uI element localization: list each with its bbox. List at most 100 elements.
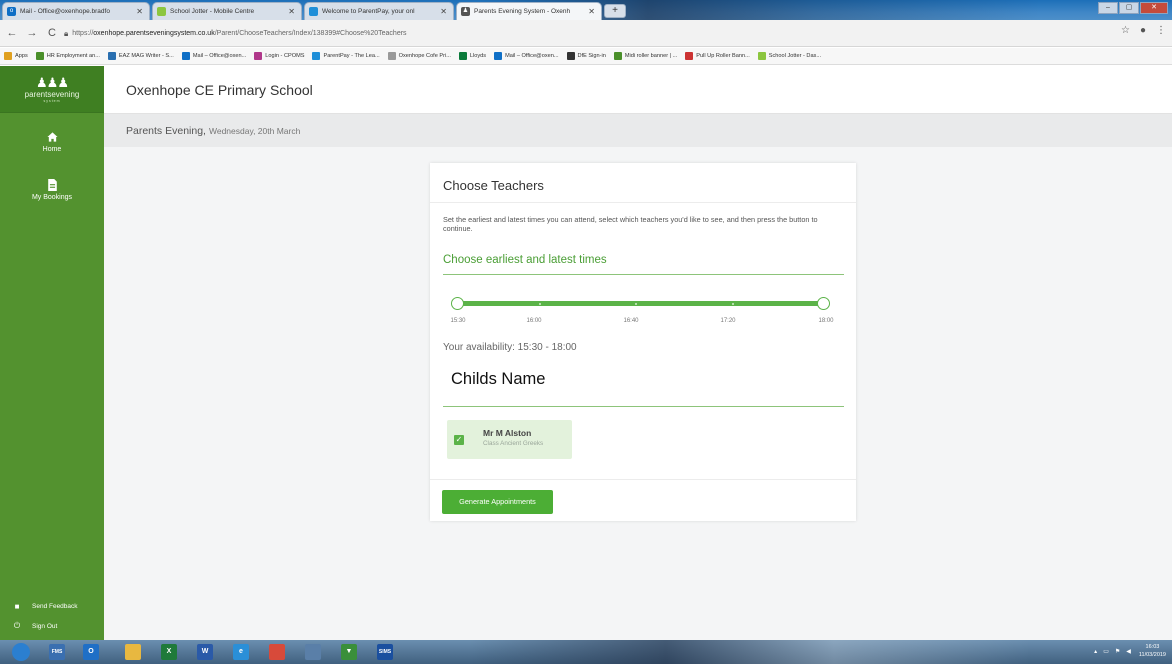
minimize-icon[interactable]: – [1098, 2, 1118, 14]
ie-icon: e [233, 644, 249, 660]
bookmark-label: HR Employment an... [46, 53, 100, 59]
bookmark-item[interactable]: EAZ MAG Writer - S... [107, 52, 174, 60]
bookmark-label: Mail – Office@oxen... [192, 53, 247, 59]
school-header: Oxenhope CE Primary School [104, 66, 1172, 114]
bookmark-item[interactable]: Pull Up Roller Bann... [685, 52, 750, 60]
start-orb-icon [12, 643, 30, 661]
taskbar-app[interactable] [298, 642, 328, 662]
close-tab-icon[interactable]: ✕ [288, 7, 295, 16]
maximize-icon[interactable]: ▢ [1119, 2, 1139, 14]
child-name: Childs Name [451, 370, 546, 388]
new-tab-button[interactable]: + [604, 4, 626, 18]
bookmark-label: Pull Up Roller Bann... [696, 53, 750, 59]
bookmark-item[interactable]: HR Employment an... [35, 52, 100, 60]
teacher-checkbox[interactable]: ✓ [454, 435, 464, 445]
forward-icon[interactable]: → [24, 25, 40, 41]
url-input[interactable]: 🔒︎ https:// oxenhope.parentseveningsyste… [64, 25, 1074, 42]
bookmark-label: EAZ MAG Writer - S... [118, 53, 174, 59]
close-window-icon[interactable]: ✕ [1140, 2, 1168, 14]
school-icon [387, 52, 396, 60]
event-header: Parents Evening, Wednesday, 20th March [104, 114, 1172, 147]
bookmark-item[interactable]: Apps [4, 52, 28, 60]
tab-title: Parents Evening System - Oxenh [474, 8, 571, 15]
jotter-icon [757, 52, 766, 60]
send-feedback-link[interactable]: ■ Send Feedback [0, 596, 104, 616]
apps-icon [4, 52, 12, 60]
home-icon [46, 132, 58, 142]
sign-out-link[interactable]: ⏻ Sign Out [0, 616, 104, 636]
sign-out-label: Sign Out [32, 622, 58, 630]
close-tab-icon[interactable]: ✕ [588, 7, 595, 16]
parentpay-icon [309, 7, 318, 16]
document-icon [47, 179, 57, 191]
clock-time: 16:03 [1145, 644, 1160, 650]
slider-track[interactable] [457, 301, 823, 306]
url-path: /Parent/ChooseTeachers/Index/138399#Choo… [214, 30, 407, 37]
bookmark-item[interactable]: Oxenhope Cofe Pri... [387, 52, 451, 60]
eaz-icon [107, 52, 116, 60]
word-icon: W [197, 644, 213, 660]
bookmarks-bar: Apps HR Employment an... EAZ MAG Writer - … [0, 48, 1172, 65]
slider-tick [539, 302, 541, 305]
bookmark-item[interactable]: Mail – Office@oxen... [494, 52, 559, 60]
taskbar-app[interactable]: W [190, 642, 220, 662]
fms-icon: FMS [49, 644, 65, 660]
outlook-icon: O [83, 644, 99, 660]
chrome-icon [269, 644, 285, 660]
outlook-icon: o [7, 7, 16, 16]
bookmark-label: Mail – Office@oxen... [505, 53, 559, 59]
taskbar-app[interactable]: X [154, 642, 184, 662]
clock[interactable]: 16:03 11/03/2019 [1139, 643, 1166, 659]
shield-app-icon: ▼ [341, 644, 357, 660]
divider [430, 479, 856, 480]
taskbar-app[interactable] [262, 642, 292, 662]
tick-label: 17:20 [720, 318, 736, 324]
close-tab-icon[interactable]: ✕ [440, 7, 447, 16]
close-tab-icon[interactable]: ✕ [136, 7, 143, 16]
teacher-option[interactable]: ✓ Mr M Alston Class Ancient Greeks [447, 420, 572, 459]
window-controls: – ▢ ✕ [1098, 2, 1168, 14]
sims-person-icon [305, 644, 321, 660]
bookmark-item[interactable]: DfE Sign-in [566, 52, 606, 60]
sidebar-item-home[interactable]: Home [0, 131, 104, 153]
network-icon[interactable]: ▭ [1103, 648, 1109, 655]
bookmark-item[interactable]: Login - CPOMS [254, 52, 304, 60]
bookmark-item[interactable]: Lloyds [458, 52, 486, 60]
teacher-class: Class Ancient Greeks [483, 440, 544, 447]
times-section-title: Choose earliest and latest times [443, 254, 607, 266]
bookmark-item[interactable]: Mail – Office@oxen... [181, 52, 247, 60]
taskbar-app[interactable] [118, 642, 148, 662]
earliest-time-handle[interactable] [451, 297, 464, 310]
browser-tab-parentpay[interactable]: Welcome to ParentPay, your onl ✕ [304, 2, 454, 20]
browser-tab-jotter[interactable]: School Jotter - Mobile Centre ✕ [152, 2, 302, 20]
reload-icon[interactable]: C [44, 25, 60, 41]
tray-arrow-icon[interactable]: ▴ [1094, 648, 1097, 655]
profile-icon[interactable]: ● [1140, 25, 1146, 36]
system-tray: ▴ ▭ ⚑ ◀ 16:03 11/03/2019 [1094, 643, 1166, 659]
taskbar-app[interactable] [6, 642, 36, 662]
flag-icon[interactable]: ⚑ [1115, 648, 1120, 655]
volume-icon[interactable]: ◀ [1126, 648, 1131, 655]
desktop-background [470, 640, 1030, 664]
bookmark-item[interactable]: ParentPay - The Lea... [312, 52, 380, 60]
time-range-slider[interactable] [451, 297, 830, 310]
menu-dots-icon[interactable]: ⋮ [1156, 25, 1166, 36]
back-icon[interactable]: ← [4, 25, 20, 41]
parentpay-icon [312, 52, 321, 60]
bookmark-item[interactable]: School Jotter - Das... [757, 52, 821, 60]
bookmark-star-icon[interactable]: ☆ [1121, 25, 1130, 36]
taskbar-app[interactable]: SIMS [370, 642, 400, 662]
taskbar-app[interactable]: ▼ [334, 642, 364, 662]
sidebar-item-my-bookings[interactable]: My Bookings [0, 179, 104, 201]
latest-time-handle[interactable] [817, 297, 830, 310]
taskbar-app[interactable]: FMS [42, 642, 72, 662]
browser-tab-mail[interactable]: o Mail - Office@oxenhope.bradfo ✕ [2, 2, 150, 20]
logo[interactable]: ♟♟♟ parentsevening system [0, 66, 104, 113]
browser-tab-parents-evening[interactable]: ♟ Parents Evening System - Oxenh ✕ [456, 2, 602, 20]
taskbar-app[interactable]: e [226, 642, 256, 662]
taskbar-app[interactable]: O [76, 642, 106, 662]
bookmark-item[interactable]: Midi roller banner | ... [613, 52, 677, 60]
bookmark-label: Oxenhope Cofe Pri... [398, 53, 451, 59]
generate-appointments-button[interactable]: Generate Appointments [442, 490, 553, 514]
brand-subtitle: system [43, 98, 61, 103]
